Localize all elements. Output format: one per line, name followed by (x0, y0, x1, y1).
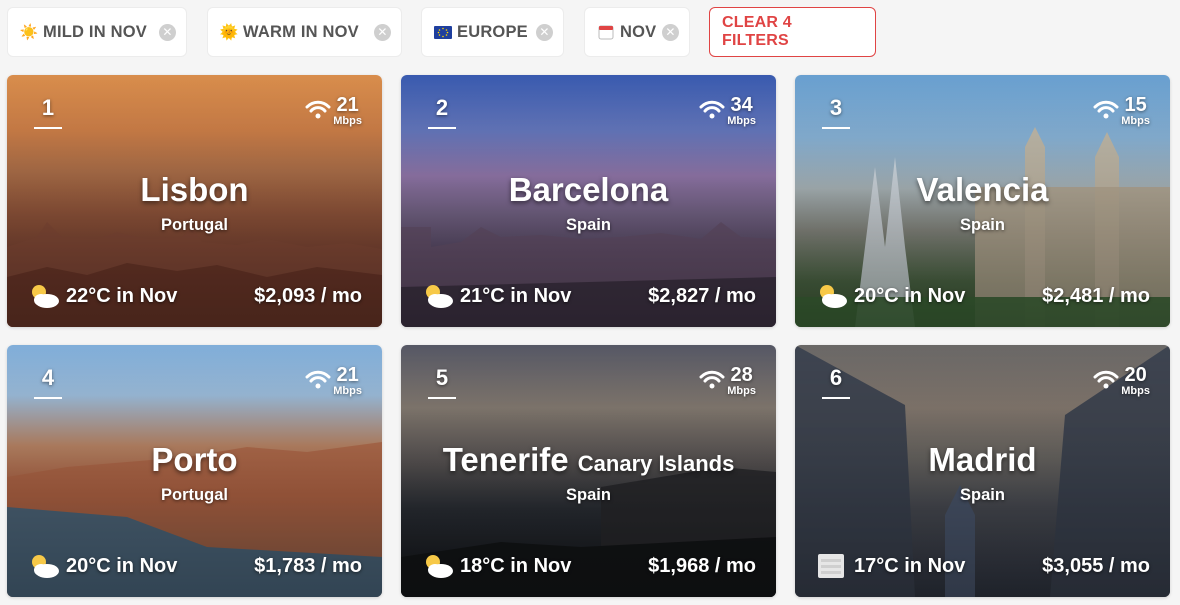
sun-icon: ☀️ (19, 24, 39, 41)
cost-of-living: $2,481 / mo (1042, 284, 1150, 307)
fog-icon (818, 554, 844, 578)
partly-cloudy-icon (820, 285, 847, 308)
filter-label: EUROPE (457, 22, 528, 41)
temperature: 18°C in Nov (460, 554, 572, 577)
filter-label: MILD IN NOV (43, 22, 147, 41)
wifi-icon (1093, 370, 1119, 389)
wifi-speed: 21 Mbps (305, 95, 362, 127)
wifi-value: 34 (730, 94, 753, 116)
filter-chip-mild[interactable]: ☀️ MILD IN NOV ✕ (7, 7, 187, 57)
remove-filter-icon[interactable]: ✕ (536, 23, 553, 41)
filter-chip-europe[interactable]: EUROPE ✕ (421, 7, 564, 57)
wifi-speed: 34 Mbps (699, 95, 756, 127)
city-name: Barcelona (508, 171, 669, 208)
city-region: Canary Islands (577, 451, 735, 476)
filter-label: NOV (620, 22, 657, 41)
temperature: 20°C in Nov (66, 554, 178, 577)
wifi-icon (305, 100, 331, 119)
city-name: Porto (151, 441, 238, 478)
city-card-porto[interactable]: 4 21 Mbps Porto Portugal 20°C in Nov $1,7… (7, 345, 382, 597)
cost-of-living: $1,783 / mo (254, 554, 362, 577)
city-card-lisbon[interactable]: 1 21 Mbps Lisbon Portugal 22°C in Nov $2,… (7, 75, 382, 327)
city-country: Portugal (161, 216, 228, 234)
filter-bar: ☀️ MILD IN NOV ✕ 🌞 WARM IN NOV ✕ EUROPE … (7, 7, 1180, 57)
filter-label: WARM IN NOV (243, 22, 359, 41)
city-country: Portugal (161, 486, 228, 504)
city-country: Spain (960, 486, 1005, 504)
city-name: Madrid (928, 441, 1037, 478)
wifi-unit: Mbps (727, 385, 756, 397)
cost-of-living: $2,093 / mo (254, 284, 362, 307)
wifi-value: 21 (336, 94, 359, 116)
cost-of-living: $1,968 / mo (648, 554, 756, 577)
wifi-value: 20 (1124, 364, 1147, 386)
rank-badge: 6 (822, 365, 850, 399)
wifi-unit: Mbps (727, 115, 756, 127)
rank-badge: 5 (428, 365, 456, 399)
temperature: 22°C in Nov (66, 284, 178, 307)
filter-chip-nov[interactable]: NOV ✕ (584, 7, 690, 57)
wifi-value: 21 (336, 364, 359, 386)
cost-of-living: $2,827 / mo (648, 284, 756, 307)
wifi-icon (699, 100, 725, 119)
wifi-value: 28 (730, 364, 753, 386)
wifi-icon (699, 370, 725, 389)
rank-badge: 2 (428, 95, 456, 129)
partly-cloudy-icon (32, 555, 59, 578)
sun-face-icon: 🌞 (219, 24, 239, 41)
wifi-speed: 21 Mbps (305, 365, 362, 397)
remove-filter-icon[interactable]: ✕ (159, 23, 176, 41)
city-card-tenerife[interactable]: 5 28 Mbps Tenerife Canary Islands Spain 1… (401, 345, 776, 597)
wifi-speed: 20 Mbps (1093, 365, 1150, 397)
remove-filter-icon[interactable]: ✕ (662, 23, 679, 41)
temperature: 21°C in Nov (460, 284, 572, 307)
cost-of-living: $3,055 / mo (1042, 554, 1150, 577)
wifi-speed: 28 Mbps (699, 365, 756, 397)
eu-flag-icon (434, 25, 452, 39)
city-country: Spain (960, 216, 1005, 234)
rank-badge: 1 (34, 95, 62, 129)
wifi-unit: Mbps (333, 385, 362, 397)
wifi-speed: 15 Mbps (1093, 95, 1150, 127)
clear-filters-button[interactable]: CLEAR 4 FILTERS (709, 7, 876, 57)
city-country: Spain (566, 216, 611, 234)
wifi-unit: Mbps (1121, 385, 1150, 397)
remove-filter-icon[interactable]: ✕ (374, 23, 391, 41)
wifi-unit: Mbps (1121, 115, 1150, 127)
temperature: 17°C in Nov (854, 554, 966, 577)
city-card-barcelona[interactable]: 2 34 Mbps Barcelona Spain 21°C in Nov $2,… (401, 75, 776, 327)
rank-badge: 3 (822, 95, 850, 129)
city-country: Spain (566, 486, 611, 504)
partly-cloudy-icon (32, 285, 59, 308)
wifi-icon (305, 370, 331, 389)
city-name: Lisbon (140, 171, 249, 208)
rank-badge: 4 (34, 365, 62, 399)
temperature: 20°C in Nov (854, 284, 966, 307)
wifi-unit: Mbps (333, 115, 362, 127)
city-card-madrid[interactable]: 6 20 Mbps Madrid Spain 17°C in Nov $3,055… (795, 345, 1170, 597)
partly-cloudy-icon (426, 555, 453, 578)
partly-cloudy-icon (426, 285, 453, 308)
wifi-icon (1093, 100, 1119, 119)
city-card-valencia[interactable]: 3 15 Mbps Valencia Spain 20°C in Nov $2,4… (795, 75, 1170, 327)
city-name: Valencia (916, 171, 1049, 208)
city-name: Tenerife Canary Islands (442, 441, 735, 478)
calendar-icon (597, 24, 615, 40)
filter-chip-warm[interactable]: 🌞 WARM IN NOV ✕ (207, 7, 402, 57)
wifi-value: 15 (1124, 94, 1147, 116)
